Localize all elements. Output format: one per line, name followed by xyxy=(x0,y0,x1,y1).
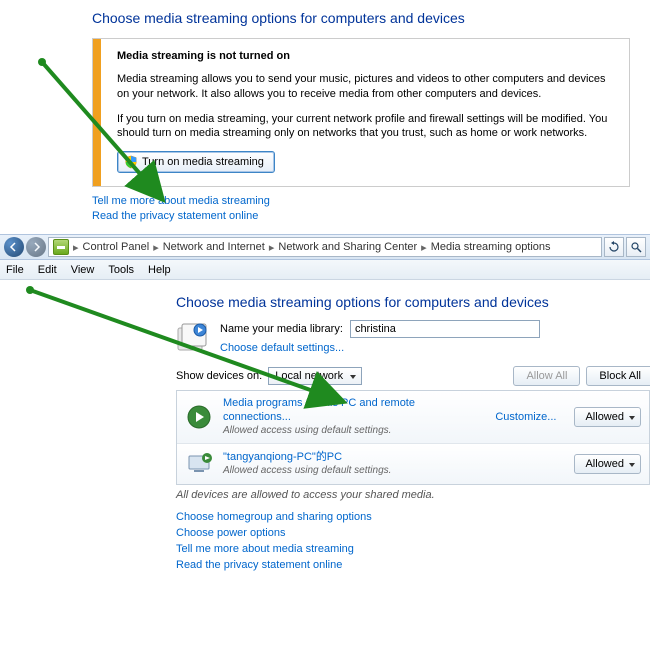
choose-default-settings-link[interactable]: Choose default settings... xyxy=(220,342,540,354)
media-library-name-input[interactable] xyxy=(350,320,540,338)
all-devices-allowed-status: All devices are allowed to access your s… xyxy=(176,489,650,501)
media-program-icon xyxy=(185,403,213,431)
turn-on-button-label: Turn on media streaming xyxy=(142,156,264,168)
breadcrumb[interactable]: ▸ Control Panel ▸ Network and Internet ▸… xyxy=(48,237,602,257)
device-list: Media programs on this PC and remote con… xyxy=(176,390,650,485)
uac-shield-icon xyxy=(124,155,138,169)
customize-link[interactable]: Customize... xyxy=(495,411,556,423)
breadcrumb-control-panel[interactable]: Control Panel xyxy=(83,241,150,253)
page-title-top: Choose media streaming options for compu… xyxy=(92,10,650,26)
refresh-button[interactable] xyxy=(604,237,624,257)
show-devices-on-select[interactable]: Local network xyxy=(268,367,362,385)
turn-on-media-streaming-button[interactable]: Turn on media streaming xyxy=(117,151,275,173)
menu-help[interactable]: Help xyxy=(148,264,171,276)
device-permission-select[interactable]: Allowed xyxy=(574,407,641,427)
media-library-icon xyxy=(176,320,210,354)
warning-paragraph-2: If you turn on media streaming, your cur… xyxy=(117,112,613,142)
device-title-link[interactable]: "tangyanqiong-PC"的PC xyxy=(223,451,564,465)
device-row: "tangyanqiong-PC"的PC Allowed access usin… xyxy=(177,443,649,484)
nav-back-button[interactable] xyxy=(4,237,24,257)
remote-pc-icon xyxy=(185,450,213,478)
device-subtitle: Allowed access using default settings. xyxy=(223,425,485,438)
chevron-right-icon: ▸ xyxy=(151,241,161,254)
device-title-link[interactable]: Media programs on this PC and remote con… xyxy=(223,397,485,425)
chevron-right-icon: ▸ xyxy=(267,241,277,254)
show-devices-on-label: Show devices on: xyxy=(176,370,262,382)
breadcrumb-network-sharing-center[interactable]: Network and Sharing Center xyxy=(278,241,417,253)
chevron-right-icon: ▸ xyxy=(71,241,81,254)
menu-view[interactable]: View xyxy=(71,264,95,276)
control-panel-icon xyxy=(53,239,69,255)
tell-me-more-link-top[interactable]: Tell me more about media streaming xyxy=(92,195,650,207)
warning-paragraph-1: Media streaming allows you to send your … xyxy=(117,72,613,102)
menu-tools[interactable]: Tools xyxy=(108,264,134,276)
privacy-statement-link-bottom[interactable]: Read the privacy statement online xyxy=(176,559,650,571)
choose-power-options-link[interactable]: Choose power options xyxy=(176,527,650,539)
block-all-button[interactable]: Block All xyxy=(586,366,650,386)
search-button[interactable] xyxy=(626,237,646,257)
warning-accent-bar xyxy=(93,39,101,186)
device-permission-select[interactable]: Allowed xyxy=(574,454,641,474)
privacy-statement-link-top[interactable]: Read the privacy statement online xyxy=(92,210,650,222)
menu-file[interactable]: File xyxy=(6,264,24,276)
menu-edit[interactable]: Edit xyxy=(38,264,57,276)
media-library-name-label: Name your media library: xyxy=(220,323,343,335)
explorer-navigation-bar: ▸ Control Panel ▸ Network and Internet ▸… xyxy=(0,234,650,260)
choose-homegroup-link[interactable]: Choose homegroup and sharing options xyxy=(176,511,650,523)
device-row: Media programs on this PC and remote con… xyxy=(177,391,649,443)
warning-panel: Media streaming is not turned on Media s… xyxy=(92,38,630,187)
warning-title: Media streaming is not turned on xyxy=(117,49,613,64)
chevron-right-icon: ▸ xyxy=(419,241,429,254)
menu-bar: File Edit View Tools Help xyxy=(0,260,650,280)
device-subtitle: Allowed access using default settings. xyxy=(223,465,564,478)
tell-me-more-link-bottom[interactable]: Tell me more about media streaming xyxy=(176,543,650,555)
page-title-bottom: Choose media streaming options for compu… xyxy=(176,294,650,310)
nav-forward-button[interactable] xyxy=(26,237,46,257)
breadcrumb-media-streaming-options[interactable]: Media streaming options xyxy=(431,241,551,253)
allow-all-button[interactable]: Allow All xyxy=(513,366,580,386)
breadcrumb-network-and-internet[interactable]: Network and Internet xyxy=(163,241,265,253)
